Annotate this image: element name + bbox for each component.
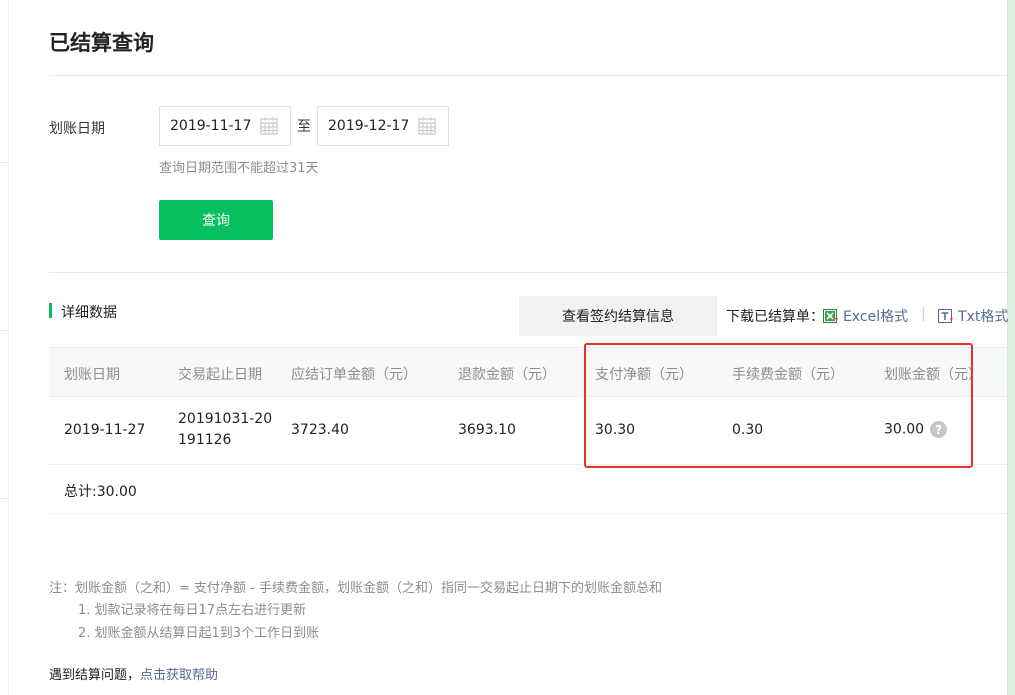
cell-transfer-date: 2019-11-27 [64,422,146,438]
column-header: 手续费金额（元） [732,367,844,383]
calendar-icon[interactable] [260,117,278,135]
cell-fee-amount: 0.30 [732,422,764,438]
help-line: 遇到结算问题，点击获取帮助 [49,664,218,683]
column-header: 交易起止日期 [178,367,262,383]
cell-net-amount: 30.30 [595,422,636,438]
edge-divider [0,498,9,499]
txt-icon [938,308,953,323]
download-label: 下载已结算单： [726,309,824,325]
calendar-icon[interactable] [418,117,436,135]
table-row: 2019-11-27 20191031-20 191126 3723.40 36… [49,397,1007,465]
column-header: 支付净额（元） [595,367,693,383]
end-date-value: 2019-12-17 [328,118,410,134]
left-panel-edge [0,0,9,695]
total-amount: 总计:30.00 [64,484,137,500]
edge-divider [0,330,9,331]
page-title: 已结算查询 [49,31,154,55]
cell-trade-range-line2: 191126 [178,432,232,448]
note-formula: 注：划账金额（之和）= 支付净额 - 手续费金额，划账金额（之和）指同一交易起止… [49,581,662,596]
query-button[interactable]: 查询 [159,200,273,240]
start-date-value: 2019-11-17 [170,118,252,134]
view-sign-info-button[interactable]: 查看签约结算信息 [519,296,717,336]
date-range-separator: 至 [297,119,311,135]
section-accent-bar [49,303,52,318]
excel-icon [823,308,838,323]
date-filter-label: 划账日期 [49,121,105,137]
table-header: 划账日期 交易起止日期 应结订单金额（元） 退款金额（元） 支付净额（元） 手续… [49,347,1007,397]
excel-link-label: Excel格式 [843,309,909,325]
section-title: 详细数据 [61,305,117,321]
right-scroll-rail [1007,0,1015,695]
date-range-hint: 查询日期范围不能超过31天 [159,161,319,176]
cell-refund-amount: 3693.10 [458,422,516,438]
download-separator: | [921,306,926,322]
note-arrival-time: 2. 划账金额从结算日起1到3个工作日到账 [78,626,320,641]
section-divider [49,272,1007,273]
column-header: 退款金额（元） [458,367,556,383]
txt-link-label: Txt格式 [958,309,1009,325]
cell-order-amount: 3723.40 [291,422,349,438]
column-header: 应结订单金额（元） [291,367,417,383]
cell-trade-range-line1: 20191031-20 [178,411,273,427]
note-update-time: 1. 划款记录将在每日17点左右进行更新 [78,603,307,618]
edge-divider [0,162,9,163]
total-row: 总计:30.00 [49,465,1007,514]
column-header: 划账金额（元） [884,367,982,383]
title-divider [49,75,1007,76]
transfer-amount-value: 30.00 [884,421,925,438]
excel-download-link[interactable]: Excel格式 [823,306,908,326]
question-icon[interactable]: ? [930,421,948,438]
end-date-input[interactable]: 2019-12-17 [317,106,449,146]
help-prefix: 遇到结算问题， [49,668,141,683]
help-link[interactable]: 点击获取帮助 [140,668,218,683]
start-date-input[interactable]: 2019-11-17 [159,106,291,146]
column-header: 划账日期 [64,367,120,383]
cell-transfer-amount: 30.00? [884,421,948,438]
txt-download-link[interactable]: Txt格式 [938,306,1008,326]
